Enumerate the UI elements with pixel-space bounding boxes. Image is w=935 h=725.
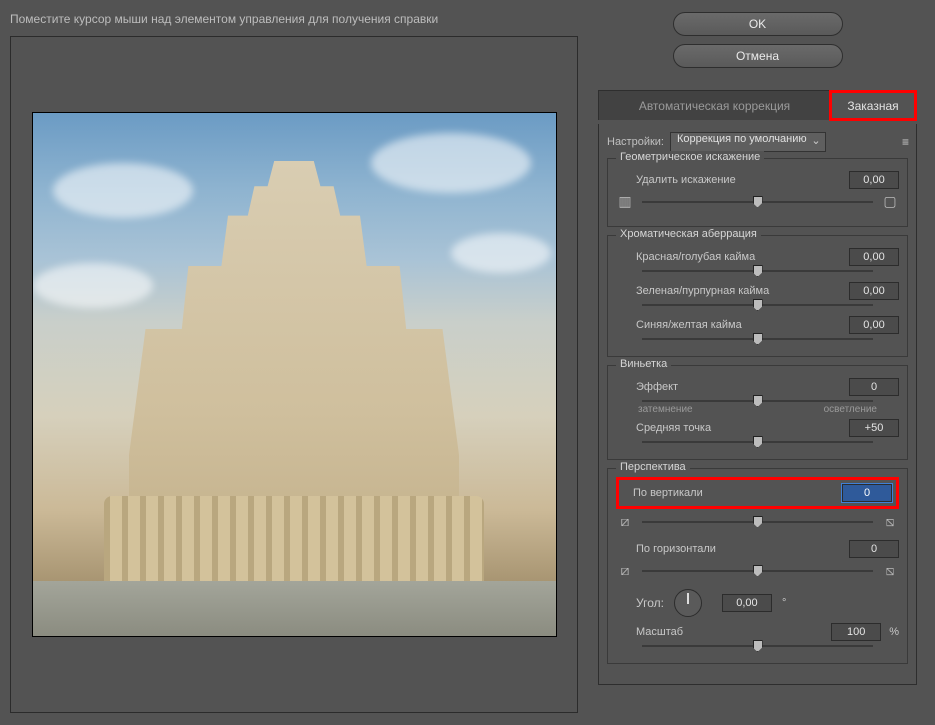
remove-distortion-label: Удалить искажение xyxy=(616,174,736,186)
angle-field[interactable] xyxy=(722,594,772,612)
chroma-red-slider[interactable] xyxy=(642,270,873,272)
vignette-mid-field[interactable] xyxy=(849,419,899,437)
barrel-icon: ▥ xyxy=(616,193,634,210)
vignette-light-label: осветление xyxy=(824,404,877,415)
vignette-mid-label: Средняя точка xyxy=(616,422,711,434)
tab-custom[interactable]: Заказная xyxy=(830,91,916,120)
group-geometric: Геометрическое искажение Удалить искажен… xyxy=(607,158,908,227)
angle-label: Угол: xyxy=(636,596,664,610)
chroma-green-label: Зеленая/пурпурная кайма xyxy=(616,285,769,297)
perspective-horizontal-field[interactable] xyxy=(849,540,899,558)
angle-unit: ° xyxy=(782,597,786,609)
vert-left-icon: ⧄ xyxy=(616,513,634,530)
group-vignette-title: Виньетка xyxy=(616,358,671,370)
horiz-right-icon: ⧅ xyxy=(881,562,899,579)
perspective-vertical-label: По вертикали xyxy=(623,487,703,499)
vignette-dark-label: затемнение xyxy=(638,404,693,415)
chroma-red-field[interactable] xyxy=(849,248,899,266)
scale-label: Масштаб xyxy=(616,626,683,638)
preview-pane: Поместите курсор мыши над элементом упра… xyxy=(0,0,588,725)
group-chroma-title: Хроматическая аберрация xyxy=(616,228,761,240)
chroma-green-slider[interactable] xyxy=(642,304,873,306)
preview-image[interactable] xyxy=(32,112,557,637)
group-perspective: Перспектива По вертикали ⧄ ⧅ По горизонт… xyxy=(607,468,908,664)
vignette-effect-slider[interactable] xyxy=(642,400,873,402)
tabs: Автоматическая коррекция Заказная xyxy=(598,90,917,120)
horiz-left-icon: ⧄ xyxy=(616,562,634,579)
perspective-horizontal-label: По горизонтали xyxy=(616,543,716,555)
preview-frame xyxy=(10,36,578,713)
group-chroma: Хроматическая аберрация Красная/голубая … xyxy=(607,235,908,357)
scale-unit: % xyxy=(889,626,899,638)
vertical-highlight: По вертикали xyxy=(616,477,899,509)
group-perspective-title: Перспектива xyxy=(616,461,690,473)
angle-dial[interactable] xyxy=(674,589,702,617)
group-vignette: Виньетка Эффект затемнение осветление Ср… xyxy=(607,365,908,460)
cancel-button[interactable]: Отмена xyxy=(673,44,843,68)
flyout-menu-icon[interactable]: ≡ xyxy=(902,135,908,149)
tab-auto[interactable]: Автоматическая коррекция xyxy=(599,91,830,120)
settings-dropdown[interactable]: Коррекция по умолчанию xyxy=(670,132,826,152)
perspective-vertical-slider[interactable] xyxy=(642,521,873,523)
chroma-blue-slider[interactable] xyxy=(642,338,873,340)
chroma-blue-field[interactable] xyxy=(849,316,899,334)
vignette-effect-field[interactable] xyxy=(849,378,899,396)
scale-slider[interactable] xyxy=(642,645,873,647)
chroma-green-field[interactable] xyxy=(849,282,899,300)
remove-distortion-field[interactable] xyxy=(849,171,899,189)
hint-text: Поместите курсор мыши над элементом упра… xyxy=(10,12,578,26)
vignette-mid-slider[interactable] xyxy=(642,441,873,443)
pincushion-icon: ▢ xyxy=(881,193,899,210)
chroma-red-label: Красная/голубая кайма xyxy=(616,251,755,263)
vert-right-icon: ⧅ xyxy=(881,513,899,530)
controls-pane: OK Отмена Автоматическая коррекция Заказ… xyxy=(588,0,935,725)
perspective-vertical-field[interactable] xyxy=(842,484,892,502)
scale-field[interactable] xyxy=(831,623,881,641)
perspective-horizontal-slider[interactable] xyxy=(642,570,873,572)
remove-distortion-slider[interactable] xyxy=(642,201,873,203)
chroma-blue-label: Синяя/желтая кайма xyxy=(616,319,742,331)
group-geometric-title: Геометрическое искажение xyxy=(616,151,764,163)
vignette-effect-label: Эффект xyxy=(616,381,678,393)
settings-label: Настройки: xyxy=(607,136,664,148)
ok-button[interactable]: OK xyxy=(673,12,843,36)
